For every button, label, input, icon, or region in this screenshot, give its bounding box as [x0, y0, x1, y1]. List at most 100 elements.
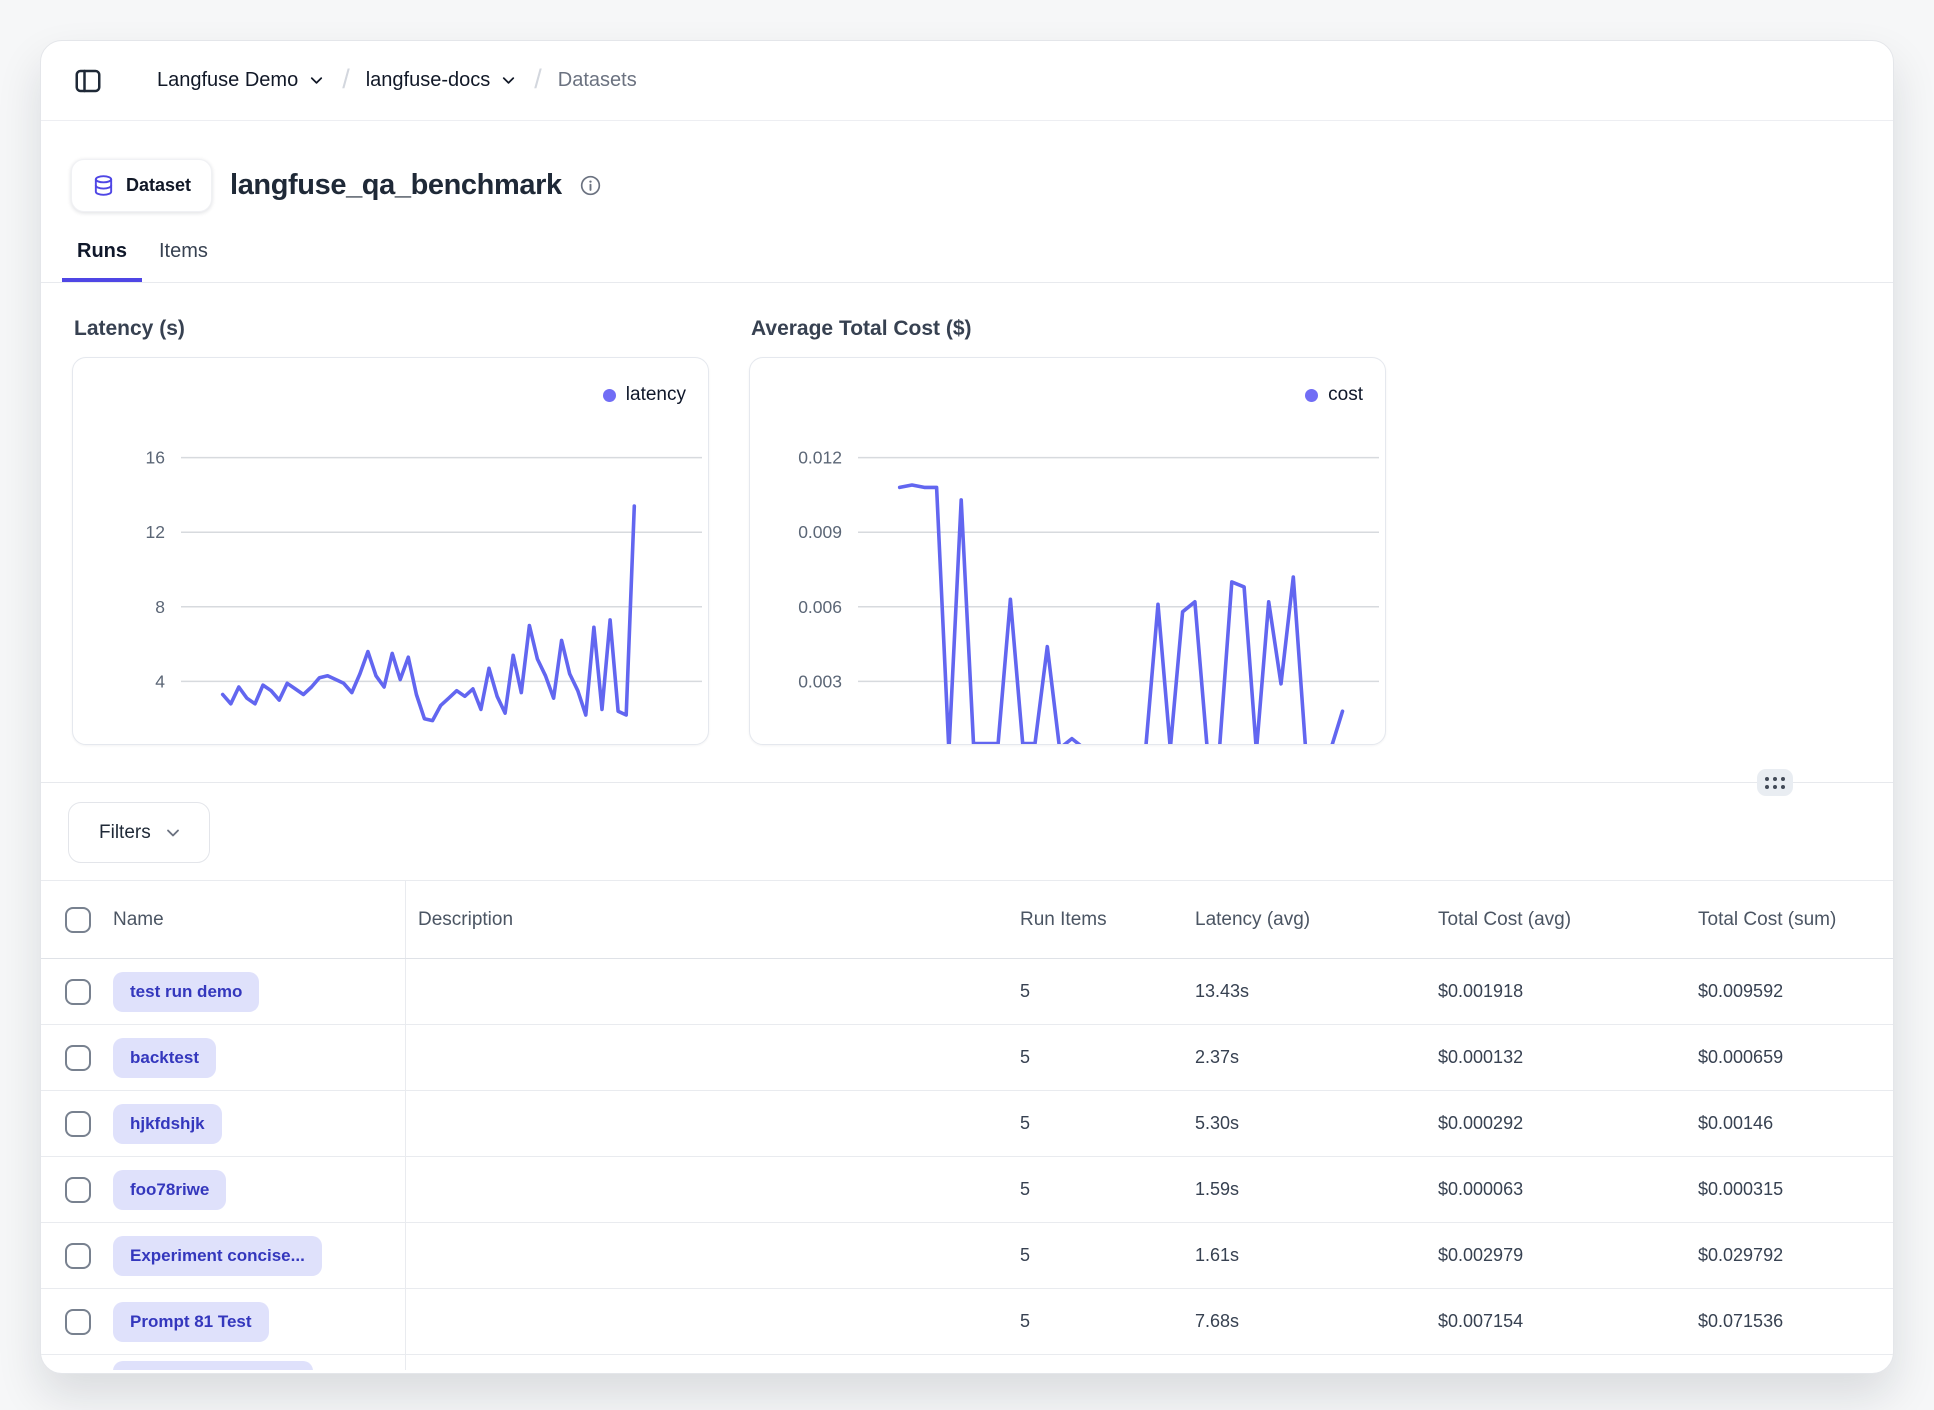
run-total-cost-sum: $0.000659 [1698, 1047, 1893, 1068]
row-checkbox[interactable] [65, 1111, 91, 1137]
chevron-down-icon [307, 71, 326, 90]
run-name-cell: hjkfdshjk [41, 1091, 406, 1156]
latency-chart-title: Latency (s) [74, 317, 709, 341]
svg-text:12: 12 [146, 522, 165, 542]
run-items-count: 5 [1020, 1245, 1195, 1266]
dataset-title-row: Dataset langfuse_qa_benchmark [41, 121, 1893, 212]
page-title: langfuse_qa_benchmark [230, 169, 562, 202]
row-checkbox[interactable] [65, 979, 91, 1005]
column-header-name: Name [41, 881, 406, 958]
run-name-cell: test run demo [41, 959, 406, 1024]
run-name-badge[interactable]: hjkfdshjk [113, 1104, 222, 1144]
breadcrumb-project[interactable]: langfuse-docs [366, 69, 519, 92]
legend-label: cost [1328, 384, 1363, 406]
run-total-cost-sum: $0.071536 [1698, 1311, 1893, 1332]
filters-row: Filters [41, 802, 1893, 863]
table-header-row: Name Description Run Items Latency (avg)… [41, 881, 1893, 959]
svg-text:0.006: 0.006 [798, 597, 842, 617]
breadcrumb-org-label: Langfuse Demo [157, 69, 298, 92]
run-total-cost-avg: $0.000063 [1438, 1179, 1698, 1200]
sidebar-toggle-icon[interactable] [73, 66, 103, 96]
svg-text:0.012: 0.012 [798, 448, 842, 468]
svg-text:8: 8 [155, 597, 165, 617]
run-name-cell: foo78riwe [41, 1157, 406, 1222]
run-total-cost-sum: $0.029792 [1698, 1245, 1893, 1266]
tab-items[interactable]: Items [144, 240, 223, 282]
breadcrumb-datasets-label: Datasets [558, 69, 637, 92]
column-header-description: Description [406, 909, 1020, 931]
run-latency-avg: 5.30s [1195, 1113, 1438, 1134]
breadcrumb-datasets[interactable]: Datasets [558, 69, 637, 92]
cost-chart-title: Average Total Cost ($) [751, 317, 1386, 341]
run-total-cost-avg: $0.000292 [1438, 1113, 1698, 1134]
cost-chart-card: 0.0120.0090.0060.003 cost [749, 357, 1386, 745]
latency-chart-plot: 16 12 8 4 [73, 358, 708, 744]
tab-runs[interactable]: Runs [62, 240, 142, 282]
info-icon[interactable] [580, 175, 601, 196]
filters-button[interactable]: Filters [68, 802, 210, 863]
row-checkbox[interactable] [65, 1045, 91, 1071]
run-total-cost-sum: $0.000315 [1698, 1179, 1893, 1200]
panel-resize-handle[interactable] [1757, 769, 1793, 796]
column-header-total-cost-sum: Total Cost (sum) [1698, 909, 1893, 931]
run-latency-avg: 7.68s [1195, 1311, 1438, 1332]
table-row: backtest52.37s$0.000132$0.000659 [41, 1025, 1893, 1091]
dataset-badge-label: Dataset [126, 175, 191, 196]
table-row: Prompt 81 Test57.68s$0.007154$0.071536 [41, 1289, 1893, 1355]
cost-chart-legend: cost [1305, 384, 1363, 406]
latency-chart-block: Latency (s) 16 12 8 4 latency [72, 317, 709, 745]
run-items-count: 5 [1020, 1179, 1195, 1200]
run-name-cell: Experiment concise... [41, 1223, 406, 1288]
column-header-total-cost-avg: Total Cost (avg) [1438, 909, 1698, 931]
table-row: foo78riwe51.59s$0.000063$0.000315 [41, 1157, 1893, 1223]
run-name-cell: backtest [41, 1025, 406, 1090]
run-latency-avg: 1.61s [1195, 1245, 1438, 1266]
tab-bar: Runs Items [41, 240, 1893, 283]
row-checkbox[interactable] [65, 1309, 91, 1335]
legend-dot-icon [1305, 389, 1318, 402]
column-header-latency-avg: Latency (avg) [1195, 909, 1438, 931]
latency-chart-legend: latency [603, 384, 686, 406]
chevron-down-icon [163, 823, 183, 843]
select-all-checkbox[interactable] [65, 907, 91, 933]
run-name-badge[interactable]: backtest [113, 1038, 216, 1078]
charts-section: Latency (s) 16 12 8 4 latency Average Total… [41, 283, 1893, 745]
run-latency-avg: 13.43s [1195, 981, 1438, 1002]
run-name-badge[interactable]: Prompt 81 Test [113, 1302, 269, 1342]
breadcrumb-project-label: langfuse-docs [366, 69, 491, 92]
run-name-badge[interactable]: foo78riwe [113, 1170, 226, 1210]
legend-dot-icon [603, 389, 616, 402]
runs-table-body: test run demo 5 13.43s$0.001918$0.009592 ba… [41, 959, 1893, 1370]
cost-chart-block: Average Total Cost ($) 0.0120.0090.0060.… [749, 317, 1386, 745]
run-name-badge[interactable]: Experiment concise... [113, 1236, 322, 1276]
row-checkbox[interactable] [65, 1243, 91, 1269]
chevron-down-icon [499, 71, 518, 90]
breadcrumb: Langfuse Demo / langfuse-docs / Datasets [157, 65, 637, 96]
run-total-cost-avg: $0.002979 [1438, 1245, 1698, 1266]
column-header-run-items: Run Items [1020, 909, 1195, 931]
run-name-cell: Prompt 81 Test [41, 1289, 406, 1354]
run-total-cost-sum: $0.009592 [1698, 981, 1893, 1002]
table-row: Experiment concise... 51.61s$0.002979$0.0… [41, 1223, 1893, 1289]
breadcrumb-org[interactable]: Langfuse Demo [157, 69, 326, 92]
run-total-cost-sum: $0.00146 [1698, 1113, 1893, 1134]
latency-chart-card: 16 12 8 4 latency [72, 357, 709, 745]
svg-text:4: 4 [155, 671, 165, 691]
row-checkbox[interactable] [65, 1177, 91, 1203]
top-bar: Langfuse Demo / langfuse-docs / Datasets [41, 41, 1893, 121]
breadcrumb-separator: / [534, 64, 542, 95]
column-header-name-label: Name [113, 909, 164, 931]
run-total-cost-avg: $0.001918 [1438, 981, 1698, 1002]
run-name-badge[interactable] [113, 1361, 313, 1370]
legend-label: latency [626, 384, 686, 406]
run-items-count: 5 [1020, 1311, 1195, 1332]
cost-chart-plot: 0.0120.0090.0060.003 [750, 358, 1385, 744]
run-items-count: 5 [1020, 1113, 1195, 1134]
table-row: hjkfdshjk 55.30s$0.000292$0.00146 [41, 1091, 1893, 1157]
grip-dots-icon [1765, 777, 1785, 789]
dataset-type-badge: Dataset [71, 159, 212, 212]
run-name-badge[interactable]: test run demo [113, 972, 259, 1012]
svg-text:0.003: 0.003 [798, 671, 842, 691]
svg-text:16: 16 [146, 448, 165, 468]
run-total-cost-avg: $0.000132 [1438, 1047, 1698, 1068]
